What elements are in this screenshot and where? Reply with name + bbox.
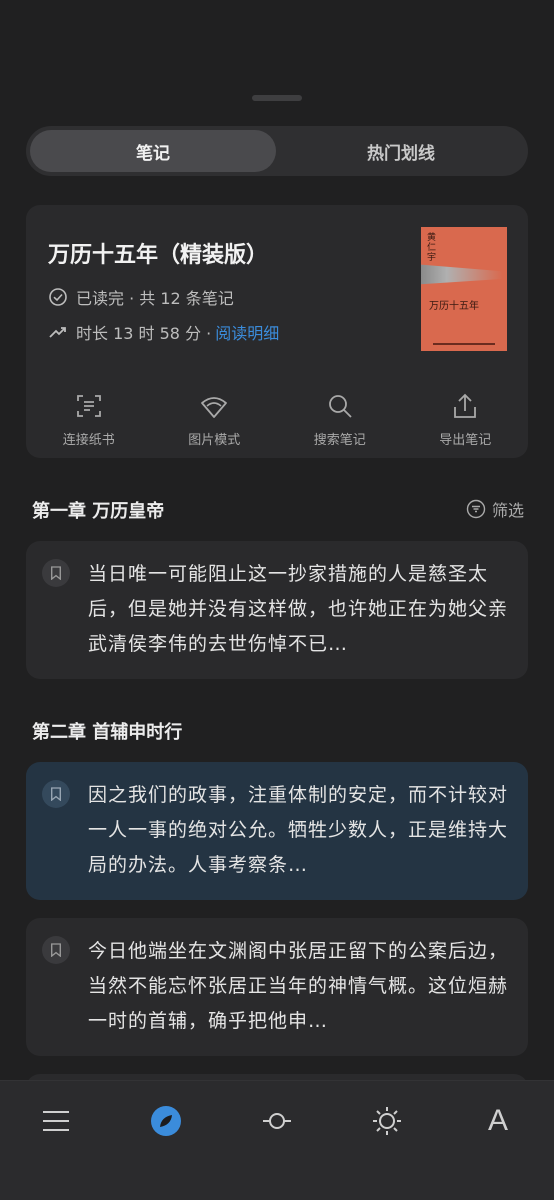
brightness-icon — [373, 1107, 401, 1135]
cover-graphic — [421, 264, 507, 285]
menu-icon — [43, 1111, 69, 1131]
connect-paper-book-button[interactable]: 连接纸书 — [26, 391, 152, 451]
trend-up-icon — [48, 322, 68, 342]
action-row: 连接纸书 图片模式 搜索笔记 导出笔记 — [26, 391, 528, 451]
drag-handle[interactable] — [252, 95, 302, 101]
cover-title: 万历十五年 — [429, 301, 479, 312]
bookmark-icon — [42, 936, 70, 964]
chapter-title: 第二章 首辅申时行 — [32, 722, 183, 743]
share-icon — [454, 393, 477, 418]
cover-rule — [433, 343, 495, 345]
note-text: 因之我们的政事，注重体制的安定，而不计较对一人一事的绝对公允。牺牲少数人，正是维… — [88, 784, 509, 876]
action-label: 搜索笔记 — [313, 433, 366, 448]
read-status: 已读完 · 共 12 条笔记 — [48, 285, 234, 309]
action-label: 图片模式 — [188, 433, 241, 448]
check-circle-icon — [48, 287, 68, 307]
bookmark-icon — [42, 780, 70, 808]
note-card[interactable]: 当日唯一可能阻止这一抄家措施的人是慈圣太后，但是她并没有这样做，也许她正在为她父… — [26, 541, 528, 679]
filter-button[interactable]: 筛选 — [466, 497, 524, 521]
progress-button[interactable] — [257, 1101, 297, 1141]
font-icon: A — [487, 1104, 508, 1137]
duration-text: 时长 13 时 58 分 · — [76, 324, 212, 343]
note-text: 今日他端坐在文渊阁中张居正留下的公案后边，当然不能忘怀张居正当年的神情气概。这位… — [88, 940, 509, 1032]
note-card-selected[interactable]: 因之我们的政事，注重体制的安定，而不计较对一人一事的绝对公允。牺牲少数人，正是维… — [26, 762, 528, 900]
filter-label: 筛选 — [492, 501, 525, 520]
action-label: 连接纸书 — [62, 433, 115, 448]
toc-button[interactable] — [36, 1101, 76, 1141]
read-status-text: 已读完 · 共 12 条笔记 — [76, 289, 234, 308]
search-icon — [328, 395, 352, 418]
reader-toolbar: A — [0, 1080, 554, 1200]
reading-duration: 时长 13 时 58 分 · 阅读明细 — [48, 320, 279, 344]
filter-icon — [466, 499, 486, 519]
notes-sheet: 笔记 热门划线 万历十五年（精装版） 已读完 · 共 12 条笔记 时长 13 … — [0, 0, 554, 1200]
fan-icon — [201, 397, 228, 418]
note-text: 当日唯一可能阻止这一抄家措施的人是慈圣太后，但是她并没有这样做，也许她正在为她父… — [88, 563, 509, 655]
note-card[interactable]: 今日他端坐在文渊阁中张居正留下的公案后边，当然不能忘怀张居正当年的神情气概。这位… — [26, 918, 528, 1056]
tab-notes[interactable]: 笔记 — [30, 130, 276, 172]
font-settings-button[interactable]: A — [478, 1101, 518, 1141]
search-notes-button[interactable]: 搜索笔记 — [277, 391, 403, 451]
tab-switcher: 笔记 热门划线 — [26, 126, 528, 176]
action-label: 导出笔记 — [439, 433, 492, 448]
book-cover[interactable]: 黄 仁 宇 万历十五年 — [421, 227, 507, 351]
export-notes-button[interactable]: 导出笔记 — [403, 391, 529, 451]
book-card: 万历十五年（精装版） 已读完 · 共 12 条笔记 时长 13 时 58 分 ·… — [26, 205, 528, 458]
cover-author: 黄 仁 宇 — [427, 233, 437, 263]
progress-icon — [263, 1113, 291, 1129]
image-mode-button[interactable]: 图片模式 — [152, 391, 278, 451]
brightness-button[interactable] — [367, 1101, 407, 1141]
notes-button[interactable] — [146, 1101, 186, 1141]
book-title: 万历十五年（精装版） — [48, 243, 269, 268]
scan-icon — [76, 395, 101, 417]
reading-detail-link[interactable]: 阅读明细 — [215, 320, 279, 344]
compass-icon — [151, 1106, 181, 1136]
tab-hot-highlights[interactable]: 热门划线 — [278, 130, 524, 172]
bookmark-icon — [42, 559, 70, 587]
chapter-title: 第一章 万历皇帝 — [32, 501, 165, 522]
